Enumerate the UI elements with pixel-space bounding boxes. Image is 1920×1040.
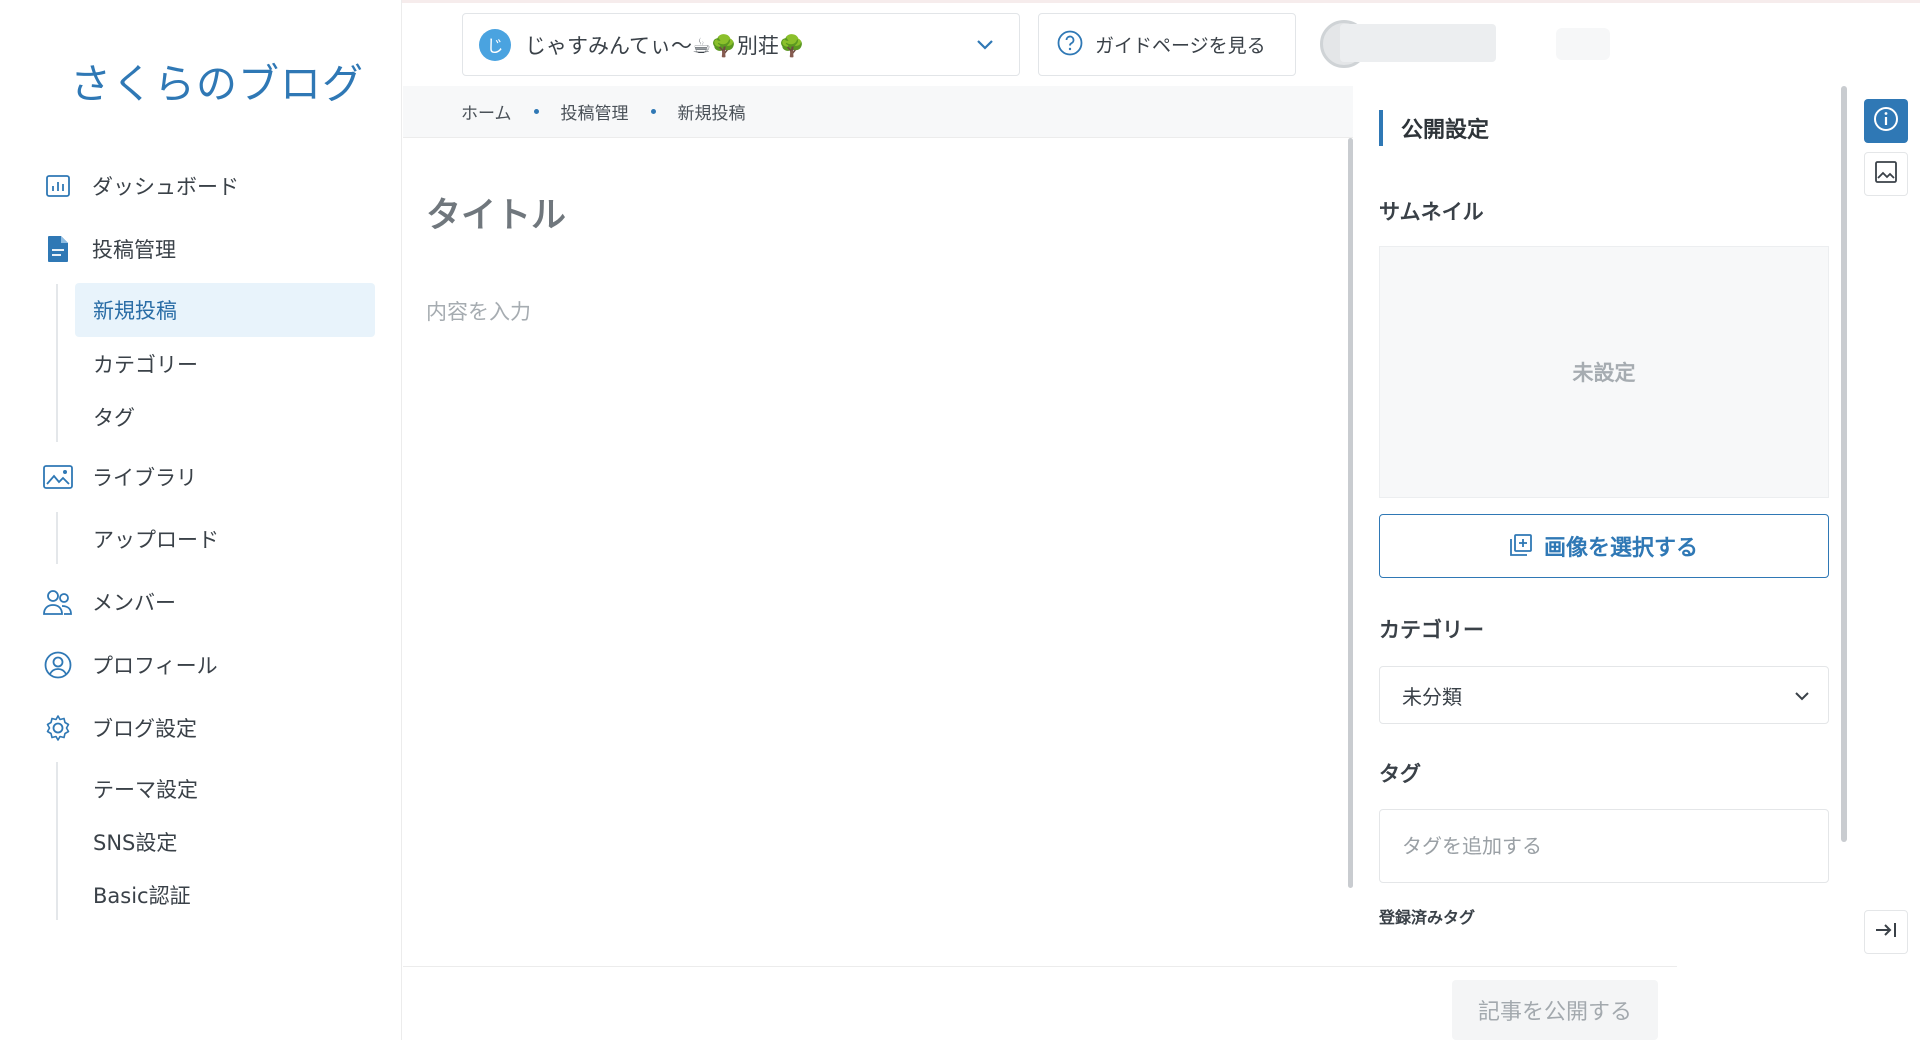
thumbnail-label: サムネイル (1379, 200, 1484, 224)
sidebar-item-blog-settings[interactable]: ブログ設定 (42, 708, 197, 748)
add-image-icon (1510, 533, 1532, 559)
category-label: カテゴリー (1379, 618, 1484, 642)
blog-name: じゃすみんてぃ〜☕🌳別荘🌳 (525, 33, 806, 58)
category-select[interactable]: 未分類 (1379, 666, 1829, 724)
user-circle-icon (42, 649, 74, 681)
post-title-input[interactable] (426, 196, 1306, 236)
submenu-line (56, 512, 58, 564)
sidebar-item-label: ダッシュボード (92, 175, 239, 199)
select-image-label: 画像を選択する (1543, 535, 1698, 560)
sidebar-subitem-category[interactable]: カテゴリー (75, 337, 375, 391)
category-value: 未分類 (1402, 684, 1462, 709)
publish-settings-panel: 公開設定 サムネイル 未設定 画像を選択する カテゴリー 未分類 タグ 登録済み… (1355, 86, 1835, 966)
sidebar-subitem-new-post[interactable]: 新規投稿 (75, 283, 375, 337)
image-icon (1874, 160, 1898, 188)
info-panel-button[interactable] (1864, 99, 1908, 143)
editor-scrollbar[interactable] (1348, 138, 1353, 888)
gear-icon (42, 712, 74, 744)
chevron-down-icon (965, 39, 1005, 51)
sidebar-subitem-sns-settings[interactable]: SNS設定 (75, 815, 375, 869)
sidebar-subitem-basic-auth[interactable]: Basic認証 (75, 868, 375, 922)
sidebar-item-profile[interactable]: プロフィール (42, 645, 218, 685)
blog-selector[interactable]: じ じゃすみんてぃ〜☕🌳別荘🌳 (462, 13, 1020, 76)
info-icon (1873, 106, 1899, 136)
thumbnail-preview: 未設定 (1379, 246, 1829, 498)
blog-avatar: じ (479, 28, 511, 61)
tag-input[interactable] (1379, 809, 1829, 883)
collapse-panel-button[interactable] (1864, 910, 1908, 954)
chevron-down-icon (1794, 686, 1810, 705)
help-icon (1057, 30, 1083, 60)
media-panel-button[interactable] (1864, 152, 1908, 196)
guide-page-label: ガイドページを見る (1095, 35, 1266, 57)
sidebar-item-dashboard[interactable]: ダッシュボード (42, 166, 239, 206)
panel-title: 公開設定 (1379, 110, 1489, 146)
sidebar-item-label: ライブラリ (92, 466, 197, 490)
sidebar-item-members[interactable]: メンバー (42, 582, 176, 622)
sidebar-item-library[interactable]: ライブラリ (42, 457, 197, 497)
breadcrumb-posts[interactable]: 投稿管理 (561, 99, 629, 124)
sidebar-subitem-upload[interactable]: アップロード (75, 512, 375, 566)
user-menu-redacted[interactable] (1556, 28, 1610, 60)
chart-icon (42, 170, 74, 202)
breadcrumb: ホーム 投稿管理 新規投稿 (403, 86, 1353, 138)
sidebar: さくらのブログ ダッシュボード 投稿管理 新規投稿 カテゴリー タグ ライブラリ… (0, 0, 402, 1040)
thumbnail-value: 未設定 (1572, 361, 1636, 385)
sidebar-item-label: 投稿管理 (92, 238, 176, 262)
sidebar-item-label: プロフィール (92, 654, 218, 678)
breadcrumb-current: 新規投稿 (677, 104, 746, 124)
sidebar-subitem-theme-settings[interactable]: テーマ設定 (75, 762, 375, 816)
user-name-redacted (1340, 24, 1496, 62)
registered-tags-label: 登録済みタグ (1379, 908, 1476, 927)
panel-scrollbar[interactable] (1841, 86, 1847, 842)
footer-divider (403, 966, 1677, 967)
sidebar-item-label: メンバー (92, 591, 176, 615)
submenu-line (56, 284, 58, 442)
users-icon (42, 586, 74, 618)
select-image-button[interactable]: 画像を選択する (1379, 514, 1829, 578)
breadcrumb-separator (533, 109, 539, 114)
image-icon (42, 461, 74, 493)
breadcrumb-separator (650, 109, 656, 114)
sidebar-item-posts[interactable]: 投稿管理 (42, 229, 176, 269)
document-icon (42, 233, 74, 265)
guide-page-button[interactable]: ガイドページを見る (1038, 13, 1296, 76)
tag-label: タグ (1379, 762, 1421, 786)
submenu-line (56, 762, 58, 920)
arrow-right-bar-icon (1874, 920, 1898, 944)
breadcrumb-home[interactable]: ホーム (461, 99, 512, 124)
sidebar-item-label: ブログ設定 (92, 717, 197, 741)
app-logo[interactable]: さくらのブログ (70, 50, 364, 110)
sidebar-subitem-tag[interactable]: タグ (75, 390, 375, 444)
publish-button[interactable]: 記事を公開する (1452, 980, 1658, 1040)
post-content-input[interactable] (426, 296, 1306, 896)
